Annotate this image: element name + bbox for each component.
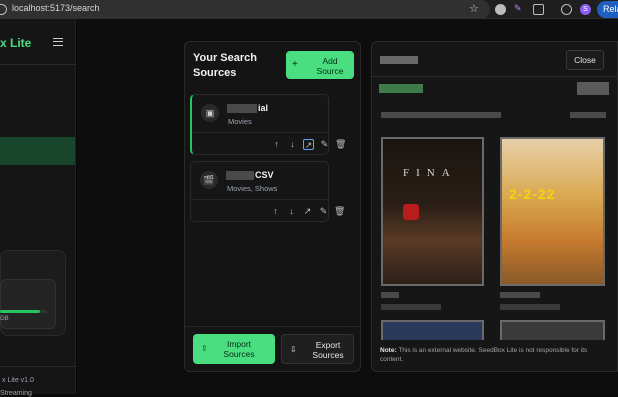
storage-progress-fill (0, 310, 40, 313)
panel-footer-divider (185, 326, 360, 327)
source-name: ial (258, 103, 269, 113)
extension-2-icon[interactable] (561, 4, 572, 15)
site-preview-panel: Close FINA 2-2-22 Note: This is an exter… (371, 41, 618, 372)
open-external-icon[interactable]: ↗ (302, 206, 313, 217)
redacted-caption (500, 304, 560, 310)
upload-icon: ⇪ (201, 344, 208, 353)
source-categories: Movies, Shows (227, 184, 278, 193)
plus-icon: + (292, 59, 298, 70)
source-card[interactable]: ▣ ial Movies ↑ ↓ ↗ ✎ 🗑 (190, 94, 346, 155)
poster-title: 2-2-22 (509, 186, 556, 202)
extension-icon[interactable] (495, 4, 506, 15)
note-label: Note: (380, 347, 397, 354)
export-label: Export Sources (312, 340, 344, 360)
preview-divider (372, 76, 617, 77)
external-site-note: Note: This is an external website. SeedB… (380, 346, 608, 364)
version-label: x Lite v1.0 (2, 377, 34, 384)
storage-size-label: GB (0, 316, 9, 322)
import-label: Import Sources (223, 339, 255, 359)
pen-extension-icon[interactable]: ✎ (514, 3, 525, 14)
card-divider (192, 132, 329, 133)
panel-title: Your Search Sources (193, 52, 257, 79)
sidebar: x Lite GB x Lite v1.0 Streaming (0, 19, 76, 397)
clapperboard-icon: 🎬 (200, 171, 218, 189)
storage-progress-bar (0, 310, 47, 313)
poster-figure (403, 204, 419, 220)
add-source-button[interactable]: + Add Source (286, 51, 354, 79)
note-text: This is an external website. SeedBox Lit… (380, 347, 588, 363)
profile-avatar[interactable]: S (580, 4, 591, 15)
tv-icon: ▣ (201, 104, 219, 122)
redacted-site-title (380, 56, 418, 64)
url-text[interactable]: localhost:5173/search (12, 3, 100, 13)
move-up-icon[interactable]: ↑ (271, 139, 282, 150)
movie-poster[interactable] (381, 320, 484, 340)
edit-icon[interactable]: ✎ (319, 139, 330, 150)
import-sources-button[interactable]: ⇪ Import Sources (193, 334, 275, 364)
brand-logo-text[interactable]: x Lite (0, 36, 31, 50)
movie-poster[interactable]: 2-2-22 (500, 137, 605, 286)
card-divider (191, 199, 328, 200)
search-sources-panel: Your Search Sources + Add Source ▣ ial M… (184, 41, 361, 372)
move-down-icon[interactable]: ↓ (286, 206, 297, 217)
redacted-logo (379, 84, 423, 93)
site-info-icon[interactable] (0, 4, 7, 15)
source-categories: Movies (228, 117, 252, 126)
relaunch-button[interactable]: Relau (597, 1, 618, 18)
browser-toolbar: localhost:5173/search ☆ ✎ S Relau (0, 0, 618, 19)
redacted-caption (381, 292, 399, 298)
move-down-icon[interactable]: ↓ (287, 139, 298, 150)
move-up-icon[interactable]: ↑ (270, 206, 281, 217)
edit-icon[interactable]: ✎ (318, 206, 329, 217)
movie-poster[interactable] (500, 320, 605, 340)
redacted-caption (500, 292, 540, 298)
sidebar-divider-bottom (0, 366, 76, 367)
movie-poster[interactable]: FINA (381, 137, 484, 286)
download-icon: ⇩ (290, 345, 297, 354)
redacted-name (227, 104, 257, 113)
open-external-icon[interactable]: ↗ (303, 139, 314, 150)
add-source-label: Add Source (316, 56, 344, 76)
puzzle-extensions-icon[interactable] (533, 4, 544, 15)
redacted-nav-right (570, 112, 606, 118)
export-sources-button[interactable]: ⇩ Export Sources (281, 334, 354, 364)
hamburger-menu-icon[interactable] (53, 38, 63, 46)
address-bar[interactable]: localhost:5173/search ☆ (0, 0, 490, 19)
source-card[interactable]: 🎬 CSV Movies, Shows ↑ ↓ ↗ ✎ 🗑 (190, 161, 345, 222)
trash-icon[interactable]: 🗑 (334, 206, 345, 217)
redacted-name (226, 171, 254, 180)
sidebar-divider (0, 64, 76, 65)
source-name: CSV (255, 170, 274, 180)
redacted-nav (381, 112, 501, 118)
redacted-header-right (577, 82, 609, 95)
sidebar-item-search-active[interactable] (0, 137, 75, 165)
redacted-caption (381, 304, 441, 310)
close-button[interactable]: Close (566, 50, 604, 70)
poster-title: FINA (403, 167, 457, 179)
trash-icon[interactable]: 🗑 (335, 139, 346, 150)
bookmark-star-icon[interactable]: ☆ (469, 2, 479, 15)
